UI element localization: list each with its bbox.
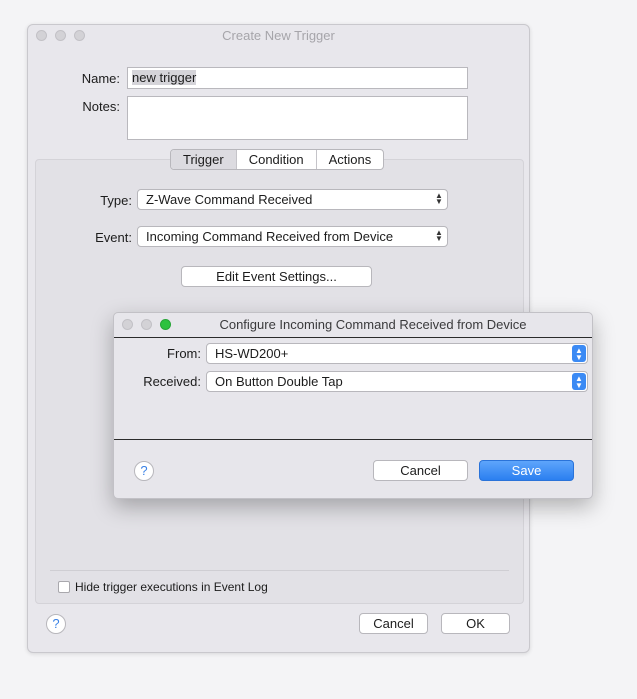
close-window-icon[interactable] bbox=[36, 30, 47, 41]
dialog-window-controls bbox=[122, 319, 171, 330]
window-titlebar[interactable]: Create New Trigger bbox=[28, 25, 529, 47]
tab-condition[interactable]: Condition bbox=[235, 150, 316, 169]
hide-executions-label: Hide trigger executions in Event Log bbox=[75, 580, 268, 594]
type-label: Type: bbox=[100, 193, 132, 208]
minimize-window-icon[interactable] bbox=[55, 30, 66, 41]
updown-chevron-icon: ▲ ▼ bbox=[435, 228, 443, 243]
type-select[interactable]: Z-Wave Command Received ▲ ▼ bbox=[137, 189, 448, 210]
notes-label: Notes: bbox=[82, 99, 120, 114]
ok-button[interactable]: OK bbox=[441, 613, 510, 634]
type-select-value: Z-Wave Command Received bbox=[146, 192, 313, 207]
cancel-button[interactable]: Cancel bbox=[359, 613, 428, 634]
dialog-cancel-button[interactable]: Cancel bbox=[373, 460, 468, 481]
name-value: new trigger bbox=[132, 70, 197, 85]
name-label: Name: bbox=[81, 71, 120, 86]
event-select[interactable]: Incoming Command Received from Device ▲ ▼ bbox=[137, 226, 448, 247]
received-label: Received: bbox=[143, 374, 201, 389]
zoom-window-icon[interactable] bbox=[74, 30, 85, 41]
received-select[interactable]: On Button Double Tap ▲ ▼ bbox=[206, 371, 588, 392]
window-controls bbox=[36, 30, 85, 41]
dialog-save-button[interactable]: Save bbox=[479, 460, 574, 481]
event-select-value: Incoming Command Received from Device bbox=[146, 229, 394, 244]
tab-trigger[interactable]: Trigger bbox=[171, 150, 236, 169]
close-window-icon[interactable] bbox=[122, 319, 133, 330]
window-title: Create New Trigger bbox=[222, 28, 335, 43]
dialog-help-button[interactable]: ? bbox=[134, 461, 154, 481]
help-button[interactable]: ? bbox=[46, 614, 66, 634]
received-select-value: On Button Double Tap bbox=[215, 374, 343, 389]
hide-executions-checkbox[interactable] bbox=[58, 581, 70, 593]
updown-chevron-icon: ▲ ▼ bbox=[572, 373, 586, 390]
zoom-window-icon[interactable] bbox=[160, 319, 171, 330]
dialog-title: Configure Incoming Command Received from… bbox=[219, 317, 527, 332]
from-label: From: bbox=[167, 346, 201, 361]
minimize-window-icon[interactable] bbox=[141, 319, 152, 330]
from-select[interactable]: HS-WD200+ ▲ ▼ bbox=[206, 343, 588, 364]
configure-command-dialog: Configure Incoming Command Received from… bbox=[113, 312, 593, 499]
from-select-value: HS-WD200+ bbox=[215, 346, 289, 361]
divider bbox=[50, 570, 509, 571]
tab-bar: Trigger Condition Actions bbox=[170, 149, 385, 170]
dialog-titlebar[interactable]: Configure Incoming Command Received from… bbox=[114, 313, 592, 338]
updown-chevron-icon: ▲ ▼ bbox=[435, 191, 443, 206]
edit-event-settings-button[interactable]: Edit Event Settings... bbox=[181, 266, 372, 287]
tab-actions[interactable]: Actions bbox=[315, 150, 384, 169]
dialog-divider bbox=[114, 439, 592, 440]
notes-field[interactable] bbox=[127, 96, 468, 140]
event-label: Event: bbox=[95, 230, 132, 245]
name-field[interactable]: new trigger bbox=[127, 67, 468, 89]
updown-chevron-icon: ▲ ▼ bbox=[572, 345, 586, 362]
